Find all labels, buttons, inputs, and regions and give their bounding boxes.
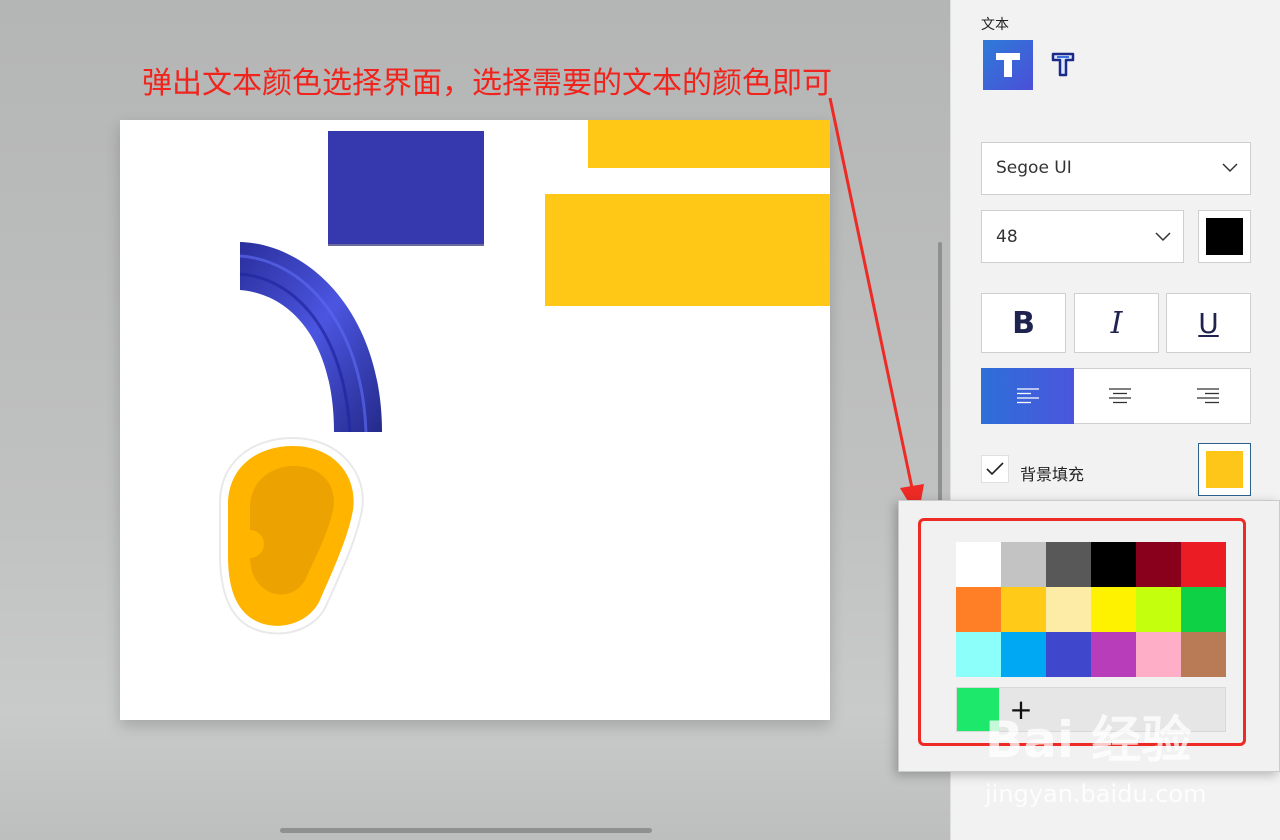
vertical-scrollbar[interactable] bbox=[938, 242, 942, 542]
italic-label: I bbox=[1110, 305, 1123, 341]
color-swatch[interactable] bbox=[1091, 587, 1136, 632]
checkmark-icon bbox=[986, 462, 1004, 476]
color-swatch[interactable] bbox=[1181, 587, 1226, 632]
color-swatch[interactable] bbox=[956, 632, 1001, 677]
canvas[interactable] bbox=[120, 120, 830, 720]
color-swatch[interactable] bbox=[1001, 632, 1046, 677]
align-center-icon bbox=[1109, 388, 1131, 404]
background-fill-swatch bbox=[1206, 451, 1243, 488]
chevron-down-icon bbox=[1222, 163, 1238, 173]
text-color-button[interactable] bbox=[1198, 210, 1251, 263]
color-swatch[interactable] bbox=[1091, 542, 1136, 587]
align-right-icon bbox=[1197, 388, 1219, 404]
align-right-button[interactable] bbox=[1166, 368, 1251, 424]
underline-button[interactable]: U bbox=[1166, 293, 1251, 353]
color-swatch[interactable] bbox=[1001, 587, 1046, 632]
annotation-text: 弹出文本颜色选择界面，选择需要的文本的颜色即可 bbox=[142, 66, 832, 101]
section-title: 文本 bbox=[981, 17, 1009, 33]
horizontal-scrollbar[interactable] bbox=[280, 828, 652, 833]
background-fill-label: 背景填充 bbox=[1020, 465, 1085, 484]
baidu-watermark-url: jingyan.baidu.com bbox=[985, 780, 1207, 808]
bold-label: B bbox=[1012, 305, 1035, 341]
align-center-button[interactable] bbox=[1074, 368, 1166, 424]
color-swatch[interactable] bbox=[1136, 632, 1181, 677]
background-fill-checkbox[interactable] bbox=[981, 455, 1009, 483]
chevron-down-icon bbox=[1155, 232, 1171, 242]
color-swatch[interactable] bbox=[1181, 542, 1226, 587]
color-swatch[interactable] bbox=[1046, 632, 1091, 677]
blue-arc-shape[interactable] bbox=[232, 234, 392, 440]
font-family-value: Segoe UI bbox=[996, 158, 1072, 178]
baidu-watermark: Bai 经验 bbox=[985, 711, 1192, 769]
2d-text-button[interactable] bbox=[983, 40, 1033, 90]
font-size-value: 48 bbox=[996, 227, 1018, 247]
text-t-icon bbox=[996, 53, 1020, 77]
3d-workspace[interactable]: 弹出文本颜色选择界面，选择需要的文本的颜色即可 bbox=[0, 0, 950, 840]
color-swatch[interactable] bbox=[1046, 542, 1091, 587]
annotation-arrow bbox=[828, 97, 924, 518]
italic-button[interactable]: I bbox=[1074, 293, 1159, 353]
font-size-select[interactable]: 48 bbox=[981, 210, 1184, 263]
color-swatch[interactable] bbox=[1001, 542, 1046, 587]
align-left-icon bbox=[1016, 388, 1039, 404]
yellow-rectangle-shape[interactable] bbox=[588, 120, 830, 168]
color-swatch[interactable] bbox=[1136, 587, 1181, 632]
color-swatch-grid bbox=[956, 542, 1226, 677]
color-swatch[interactable] bbox=[956, 587, 1001, 632]
color-swatch[interactable] bbox=[1181, 632, 1226, 677]
font-family-select[interactable]: Segoe UI bbox=[981, 142, 1251, 195]
color-swatch[interactable] bbox=[1091, 632, 1136, 677]
3d-text-button[interactable] bbox=[1043, 44, 1083, 84]
3d-text-t-icon bbox=[1051, 52, 1075, 77]
yellow-rectangle-shape-2[interactable] bbox=[545, 194, 830, 306]
align-left-button[interactable] bbox=[981, 368, 1074, 424]
text-color-swatch bbox=[1206, 218, 1243, 255]
ear-sticker-shape[interactable] bbox=[218, 434, 368, 640]
bold-button[interactable]: B bbox=[981, 293, 1066, 353]
background-fill-color-button[interactable] bbox=[1198, 443, 1251, 496]
color-swatch[interactable] bbox=[1046, 587, 1091, 632]
underline-label: U bbox=[1198, 306, 1219, 340]
color-swatch[interactable] bbox=[1136, 542, 1181, 587]
blue-rectangle-shape[interactable] bbox=[328, 131, 484, 246]
color-swatch[interactable] bbox=[956, 542, 1001, 587]
